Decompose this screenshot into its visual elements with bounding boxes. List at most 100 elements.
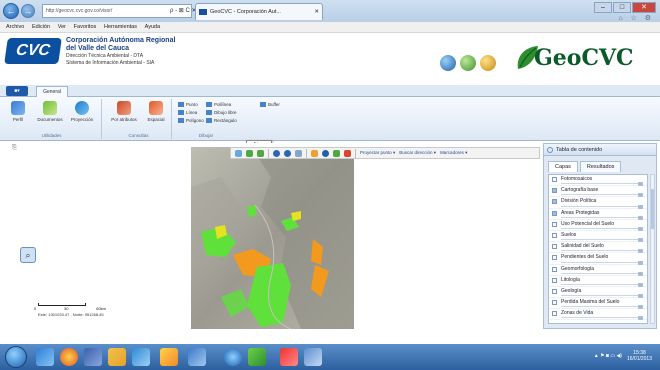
buffer-tool[interactable]: Buffer — [260, 101, 280, 108]
map-area[interactable]: ⎘ Proyectar punto ▾ Buscar dirección ▾ M… — [8, 143, 540, 329]
browser-toolbar-icons[interactable]: ⌂ ☆ ⚙ — [618, 14, 654, 22]
start-button[interactable] — [5, 346, 27, 368]
menu-herramientas[interactable]: Herramientas — [104, 24, 137, 30]
window-taskbar-icon[interactable] — [304, 348, 322, 366]
layer-checkbox[interactable] — [552, 232, 557, 238]
layer-item[interactable]: Cartografía base — [549, 186, 647, 198]
zoom-out-icon[interactable] — [284, 149, 291, 157]
panel-toggle-icon[interactable]: ⎘ — [12, 145, 17, 152]
opacity-slider[interactable] — [561, 183, 643, 185]
layer-checkbox[interactable] — [552, 177, 557, 182]
opacity-slider[interactable] — [561, 250, 643, 252]
layer-checkbox[interactable] — [552, 266, 557, 272]
collapse-icon[interactable] — [547, 147, 553, 153]
layer-item[interactable]: División Política — [549, 197, 647, 209]
map-canvas[interactable] — [191, 147, 354, 329]
layer-checkbox[interactable] — [552, 288, 557, 294]
layer-item[interactable]: Areas Protegidas — [549, 209, 647, 220]
address-tools[interactable]: ρ - ⊠ C ✕ — [170, 4, 196, 18]
espacial-button[interactable]: Espacial — [142, 101, 170, 122]
buscar-direccion-menu[interactable]: Buscar dirección ▾ — [399, 150, 436, 156]
layer-checkbox[interactable] — [552, 300, 557, 306]
folder-taskbar-icon[interactable] — [108, 348, 126, 366]
dibujo-libre-tool[interactable]: Dibujo libre — [206, 109, 237, 116]
punto-tool[interactable]: Punto — [178, 101, 198, 108]
forward-button[interactable]: → — [21, 4, 35, 18]
clock[interactable]: 15:38 16/01/2013 — [627, 350, 652, 362]
tab-capas[interactable]: Capas — [548, 161, 578, 172]
layer-item[interactable]: Suelos — [549, 231, 647, 243]
opacity-slider[interactable] — [561, 239, 643, 241]
app-taskbar-icon[interactable] — [84, 348, 102, 366]
proyeccion-button[interactable]: Proyección — [68, 101, 96, 122]
close-button[interactable]: ✕ — [632, 2, 656, 13]
explorer-taskbar-icon[interactable] — [132, 348, 150, 366]
layer-list-scrollbar[interactable] — [650, 174, 655, 324]
opacity-slider[interactable] — [561, 317, 643, 319]
layer-item[interactable]: Zonas de Vida — [549, 309, 647, 321]
layer-checkbox[interactable] — [552, 244, 557, 250]
layer-checkbox[interactable] — [552, 311, 557, 317]
poligono-tool[interactable]: Polígono — [178, 117, 204, 124]
opacity-slider[interactable] — [561, 272, 643, 274]
scrollbar-thumb[interactable] — [651, 189, 654, 229]
ie-taskbar-icon[interactable] — [36, 348, 54, 366]
back-extent-icon[interactable] — [246, 149, 253, 157]
tab-close-icon[interactable]: ✕ — [314, 4, 319, 20]
layer-item[interactable]: Litología — [549, 276, 647, 287]
opacity-slider[interactable] — [561, 283, 643, 285]
layer-checkbox[interactable] — [552, 255, 557, 261]
rectangulo-tool[interactable]: Rectángulo — [206, 117, 237, 124]
por-atributos-button[interactable]: Por atributos — [110, 101, 138, 122]
opacity-slider[interactable] — [561, 194, 643, 196]
linea-tool[interactable]: Línea — [178, 109, 197, 116]
opacity-slider[interactable] — [561, 205, 643, 207]
zoom-in-icon[interactable] — [273, 149, 280, 157]
info-icon[interactable] — [322, 149, 329, 157]
green-app-taskbar-icon[interactable] — [248, 348, 266, 366]
notes-taskbar-icon[interactable] — [160, 348, 178, 366]
opacity-slider[interactable] — [561, 227, 643, 229]
menu-favoritos[interactable]: Favoritos — [74, 24, 97, 30]
browser-tab[interactable]: GeoCVC - Corporación Aut... ✕ — [195, 3, 323, 20]
opacity-slider[interactable] — [561, 261, 643, 263]
menu-edicion[interactable]: Edición — [32, 24, 50, 30]
forward-extent-icon[interactable] — [257, 149, 264, 157]
select-icon[interactable] — [333, 149, 340, 157]
layer-item[interactable]: Geología — [549, 287, 647, 299]
chrome-taskbar-icon[interactable] — [60, 348, 78, 366]
documentos-button[interactable]: Documentos — [36, 101, 64, 122]
menu-archivo[interactable]: Archivo — [6, 24, 24, 30]
tab-general[interactable]: General — [36, 86, 68, 97]
menu-ver[interactable]: Ver — [58, 24, 66, 30]
layer-checkbox[interactable] — [552, 210, 557, 216]
pan-icon[interactable] — [235, 149, 242, 157]
layer-checkbox[interactable] — [552, 277, 557, 283]
layer-item[interactable]: Geomorfología — [549, 265, 647, 276]
layer-item[interactable]: Pendientes del Suelo — [549, 253, 647, 265]
polilinea-tool[interactable]: Polilínea — [206, 101, 231, 108]
back-button[interactable]: ← — [3, 3, 19, 19]
layer-checkbox[interactable] — [552, 221, 557, 227]
layer-item[interactable]: Perdida Maxima del Suelo — [549, 298, 647, 310]
opacity-slider[interactable] — [561, 295, 643, 297]
full-extent-icon[interactable] — [295, 149, 302, 157]
opacity-slider-knob[interactable] — [638, 316, 643, 321]
measure-icon[interactable] — [311, 149, 318, 157]
layer-checkbox[interactable] — [552, 188, 557, 194]
opacity-slider[interactable] — [561, 216, 643, 218]
clear-icon[interactable] — [344, 149, 351, 157]
layer-checkbox[interactable] — [552, 199, 557, 205]
tray-icons[interactable]: ▲ ⚑ ◙ ▭ ◀) — [594, 353, 622, 359]
opacity-slider[interactable] — [561, 306, 643, 308]
globe-taskbar-icon[interactable] — [224, 348, 242, 366]
tab-resultados[interactable]: Resultados — [579, 161, 622, 172]
marcadores-menu[interactable]: Marcadores ▾ — [440, 150, 467, 156]
magnifier-button[interactable]: ⌕ — [20, 247, 36, 263]
menu-ayuda[interactable]: Ayuda — [145, 24, 161, 30]
app-menu-button[interactable]: ■▾ — [6, 86, 28, 96]
layer-item[interactable]: Uso Potencial del Suelo — [549, 220, 647, 231]
layer-item[interactable]: Salinidad del Suelo — [549, 242, 647, 254]
layer-item[interactable]: Fotomosaicos — [549, 175, 647, 187]
proyectar-punto-menu[interactable]: Proyectar punto ▾ — [360, 150, 395, 156]
